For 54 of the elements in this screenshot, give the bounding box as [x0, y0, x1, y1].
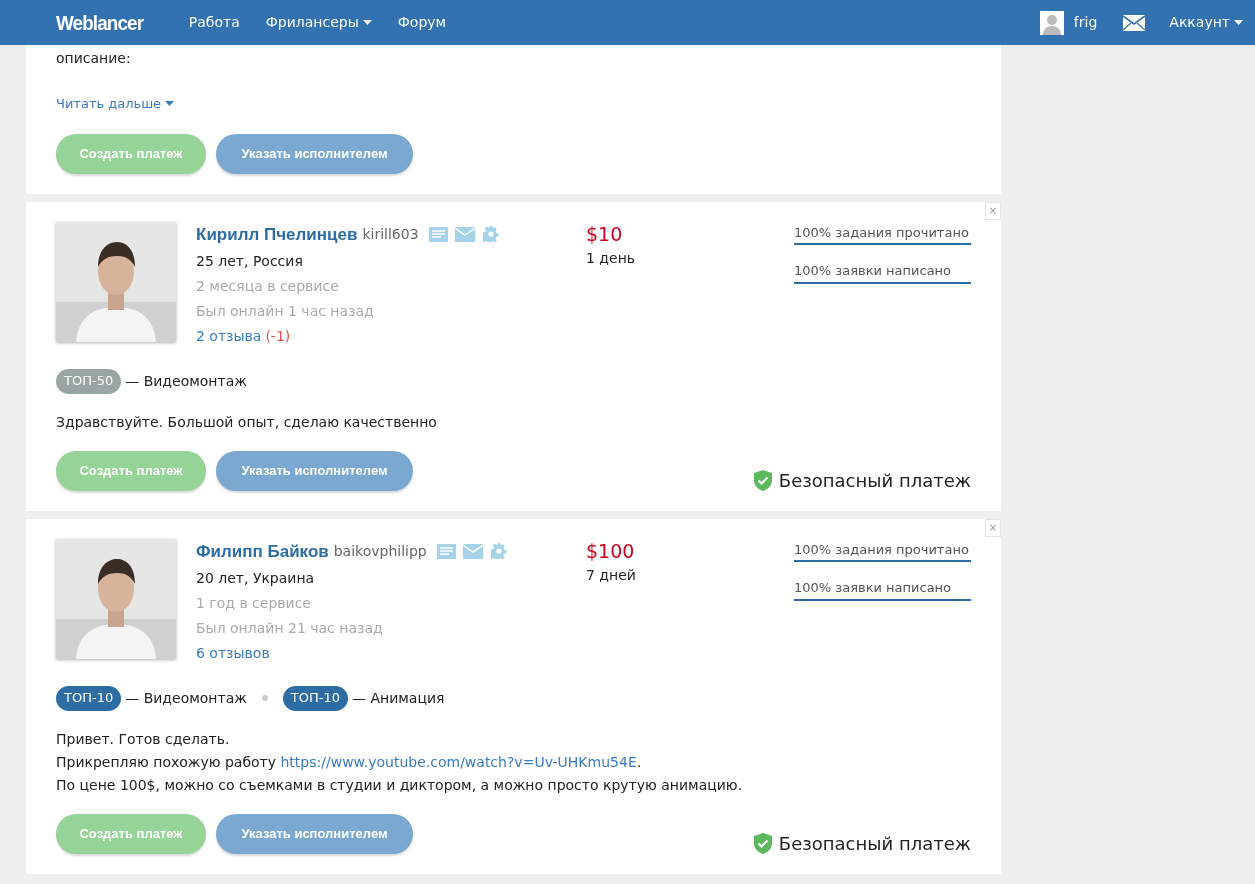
service-time-text: 2 месяца в сервисе	[196, 276, 340, 296]
mail-icon[interactable]	[1123, 14, 1146, 31]
location-text: 20 лет, Украина	[196, 568, 316, 588]
service-time-text: 1 год в сервисе	[196, 593, 312, 613]
safe-payment-text: Безопасный платеж	[778, 831, 971, 856]
category-text: — Видеомонтаж	[125, 371, 247, 391]
last-online-text: Был онлайн 21 час назад	[196, 618, 384, 638]
read-more-link[interactable]: Читать дальше	[56, 94, 175, 114]
gear-icon[interactable]	[490, 543, 507, 559]
price-text: $100	[586, 539, 635, 562]
stat-link[interactable]: 100% заявки написано	[794, 578, 971, 601]
rank-badge: ТОП-10	[56, 685, 122, 711]
review-score-text: (-1)	[265, 326, 291, 346]
rank-badge: ТОП-10	[282, 685, 348, 711]
username-text: baikovphilipp	[333, 541, 427, 561]
message-text: Привет. Готов сделать.	[56, 729, 231, 749]
caret-icon	[165, 101, 175, 107]
category-text: — Видеомонтаж	[125, 688, 247, 708]
safe-payment-text: Безопасный платеж	[778, 468, 971, 493]
document-icon[interactable]	[436, 543, 456, 559]
reviews-link[interactable]: 6 отзывов	[196, 640, 270, 666]
caret-icon	[1234, 20, 1243, 25]
message-text: Прикрепляю похожую работу https://www.youtube.com/watch?v=Uv-UHKmu54E.	[56, 752, 643, 772]
username-text: kirill603	[362, 224, 419, 244]
shield-check-icon	[753, 469, 772, 491]
category-text: — Анимация	[352, 688, 445, 708]
message-text: Здравствуйте. Большой опыт, сделаю качественно	[56, 412, 438, 432]
url-link[interactable]: https://www.youtube.com/watch?v=Uv-UHKmu54E	[280, 753, 637, 770]
account-menu[interactable]: Аккаунт	[1169, 12, 1243, 33]
nav-link[interactable]: Форум	[397, 12, 447, 33]
site-logo[interactable]: Weblancer	[56, 6, 144, 39]
term-text: 1 день	[586, 248, 636, 268]
shield-check-icon	[753, 832, 772, 854]
gear-icon[interactable]	[482, 226, 499, 242]
last-online-text: Был онлайн 1 час назад	[196, 301, 375, 321]
stat-link[interactable]: 100% задания прочитано	[794, 539, 971, 562]
stat-link[interactable]: 100% заявки написано	[794, 261, 971, 284]
freelancer-name-link[interactable]: Кирилл Пчелинцев	[196, 221, 358, 247]
nav-link[interactable]: Фрилансеры	[265, 12, 372, 33]
description-text: описание:	[56, 49, 132, 68]
close-button[interactable]: ×	[985, 201, 1001, 220]
price-text: $10	[586, 222, 623, 245]
message-text: По цене 100$, можно со съемками в студии и диктором, а можно просто крутую анимацию.	[56, 775, 744, 795]
freelancer-name-link[interactable]: Филипп Байков	[196, 538, 329, 564]
stat-link[interactable]: 100% задания прочитано	[794, 222, 971, 245]
term-text: 7 дней	[586, 565, 636, 585]
avatar-icon	[1039, 10, 1064, 35]
document-icon[interactable]	[428, 226, 448, 242]
user-link[interactable]: frig	[1039, 10, 1098, 35]
reviews-link[interactable]: 2 отзыва	[196, 323, 262, 349]
close-button[interactable]: ×	[985, 518, 1001, 537]
rank-badge: ТОП-50	[56, 368, 122, 394]
location-text: 25 лет, Россия	[196, 251, 304, 271]
nav-link[interactable]: Работа	[188, 12, 240, 33]
